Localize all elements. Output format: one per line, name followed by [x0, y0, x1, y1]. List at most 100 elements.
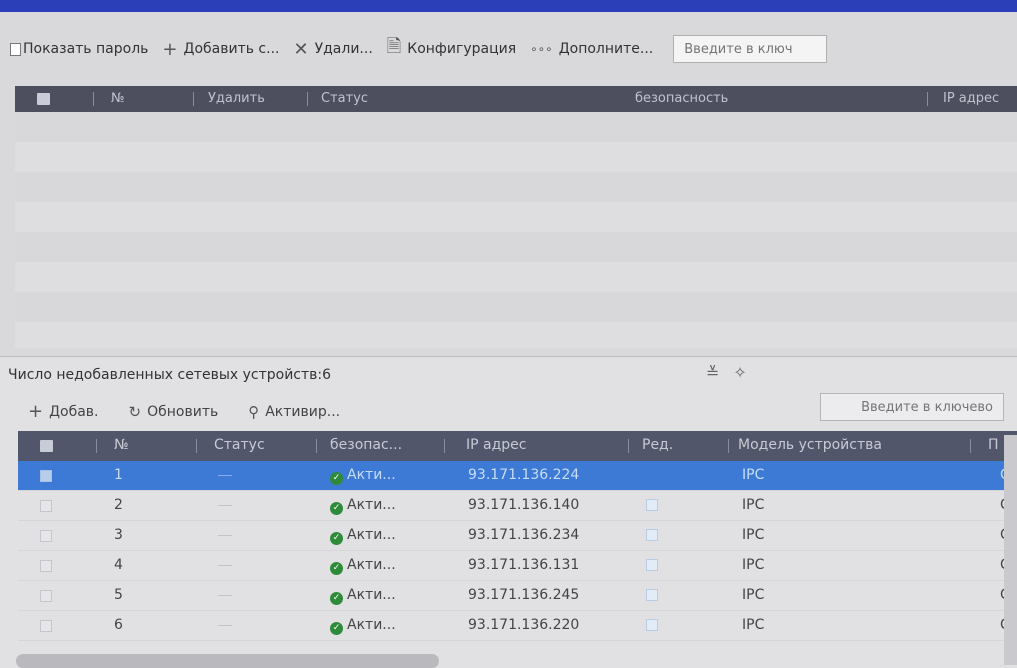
row-checkbox[interactable]: [40, 470, 52, 482]
delete-button[interactable]: ✕ Удали...: [293, 39, 372, 60]
edit-icon[interactable]: [646, 499, 658, 511]
ip-address: 93.171.136.140: [468, 497, 580, 513]
row-checkbox[interactable]: [40, 560, 52, 572]
column-divider: [307, 92, 308, 106]
ip-address: 93.171.136.224: [468, 467, 580, 483]
add-button[interactable]: + Добав.: [28, 401, 99, 422]
check-circle-icon: ✓: [330, 532, 343, 545]
window-top-bar: [0, 0, 1017, 12]
more-button[interactable]: ∘∘∘ Дополните...: [530, 41, 653, 57]
refresh-button[interactable]: ↻ Обновить: [129, 403, 219, 421]
security-label: Акти...: [347, 587, 396, 603]
edit-icon[interactable]: [646, 619, 658, 631]
unadded-count-title: Число недобавленных сетевых устройств:6: [8, 367, 332, 383]
add-device-label: Добавить с...: [183, 41, 280, 57]
vertical-scrollbar[interactable]: [1004, 435, 1017, 665]
device-model: IPC: [742, 497, 765, 513]
column-divider: [93, 92, 94, 106]
row-number: 1: [114, 467, 123, 483]
search-icon: ⚲: [248, 402, 260, 421]
table-row[interactable]: 6 ✓Акти... 93.171.136.220 IPC C: [18, 611, 1017, 641]
security-label: Акти...: [347, 467, 396, 483]
col-ip[interactable]: IP адрес: [466, 437, 526, 453]
panel-controls: ≚ ✧: [706, 363, 747, 382]
col-security[interactable]: безопасность: [635, 91, 728, 106]
device-model: IPC: [742, 467, 765, 483]
column-divider: [196, 439, 197, 453]
column-divider: [444, 439, 445, 453]
plus-icon: +: [162, 38, 178, 60]
unadded-search-input[interactable]: [820, 393, 1004, 421]
add-device-button[interactable]: + Добавить с...: [162, 39, 279, 60]
search-input[interactable]: [673, 35, 828, 63]
check-circle-icon: ✓: [330, 592, 343, 605]
check-circle-icon: ✓: [330, 622, 343, 635]
col-security[interactable]: безопас...: [330, 437, 402, 453]
security-status: ✓ Акти...: [330, 527, 396, 545]
table-header: № Статус безопас... IP адрес Ред. Модель…: [18, 431, 1017, 461]
row-number: 5: [114, 587, 123, 603]
edit-icon[interactable]: [646, 559, 658, 571]
pin-icon[interactable]: ✧: [733, 363, 746, 382]
device-model: IPC: [742, 617, 765, 633]
table-row[interactable]: 2 ✓Акти... 93.171.136.140 IPC C: [18, 491, 1017, 521]
security-status: ✓ Акти...: [330, 497, 396, 515]
table-row[interactable]: 5 ✓Акти... 93.171.136.245 IPC C: [18, 581, 1017, 611]
activate-button[interactable]: ⚲ Активир...: [248, 403, 340, 421]
row-checkbox[interactable]: [40, 620, 52, 632]
status-empty: [218, 595, 232, 596]
refresh-icon: ↻: [128, 402, 142, 421]
row-checkbox[interactable]: [40, 590, 52, 602]
col-number[interactable]: №: [114, 437, 129, 453]
column-divider: [728, 439, 729, 453]
show-password-label: Показать пароль: [23, 41, 149, 57]
col-number[interactable]: №: [111, 91, 125, 106]
col-truncated[interactable]: П: [988, 437, 999, 453]
table-row[interactable]: 3 ✓Акти... 93.171.136.234 IPC C: [18, 521, 1017, 551]
row-checkbox[interactable]: [40, 500, 52, 512]
col-ip[interactable]: IP адрес: [943, 91, 999, 106]
column-divider: [970, 439, 971, 453]
edit-icon[interactable]: [646, 589, 658, 601]
row-checkbox[interactable]: [40, 530, 52, 542]
select-all-checkbox[interactable]: [40, 440, 53, 452]
col-delete[interactable]: Удалить: [208, 91, 265, 106]
column-divider: [316, 439, 317, 453]
row-number: 4: [114, 557, 123, 573]
security-label: Акти...: [347, 557, 396, 573]
collapse-icon[interactable]: ≚: [706, 363, 719, 382]
refresh-label: Обновить: [147, 403, 219, 420]
col-edit[interactable]: Ред.: [642, 437, 673, 453]
ip-address: 93.171.136.131: [468, 557, 580, 573]
more-dots-icon: ∘∘∘: [530, 42, 553, 56]
column-divider: [927, 92, 928, 106]
ip-address: 93.171.136.220: [468, 617, 580, 633]
ip-address: 93.171.136.234: [468, 527, 580, 543]
close-icon: ✕: [293, 38, 309, 60]
row-number: 2: [114, 497, 123, 513]
col-status[interactable]: Статус: [214, 437, 265, 453]
add-label: Добав.: [49, 403, 99, 420]
col-model[interactable]: Модель устройства: [738, 437, 882, 453]
config-button[interactable]: 🗎 Конфигурация: [387, 34, 516, 64]
unadded-devices-panel: Число недобавленных сетевых устройств:6 …: [0, 356, 1017, 668]
device-model: IPC: [742, 527, 765, 543]
security-label: Акти...: [347, 527, 396, 543]
activate-label: Активир...: [265, 403, 341, 420]
status-empty: [218, 625, 232, 626]
horizontal-scrollbar[interactable]: [16, 654, 439, 668]
show-password-checkbox[interactable]: Показать пароль: [10, 41, 148, 57]
select-all-checkbox[interactable]: [37, 93, 50, 105]
device-model: IPC: [742, 587, 765, 603]
column-divider: [96, 439, 97, 453]
added-devices-table: № Удалить Статус безопасность IP адрес: [15, 86, 1017, 348]
unadded-devices-table: № Статус безопас... IP адрес Ред. Модель…: [18, 431, 1017, 641]
table-row[interactable]: 1 ✓Акти... 93.171.136.224 IPC C: [18, 461, 1017, 491]
col-status[interactable]: Статус: [321, 91, 368, 106]
status-empty: [218, 475, 232, 476]
device-model: IPC: [742, 557, 765, 573]
edit-icon[interactable]: [646, 529, 658, 541]
table-row[interactable]: 4 ✓Акти... 93.171.136.131 IPC C: [18, 551, 1017, 581]
status-empty: [218, 505, 232, 506]
table-header: № Удалить Статус безопасность IP адрес: [15, 86, 1017, 112]
